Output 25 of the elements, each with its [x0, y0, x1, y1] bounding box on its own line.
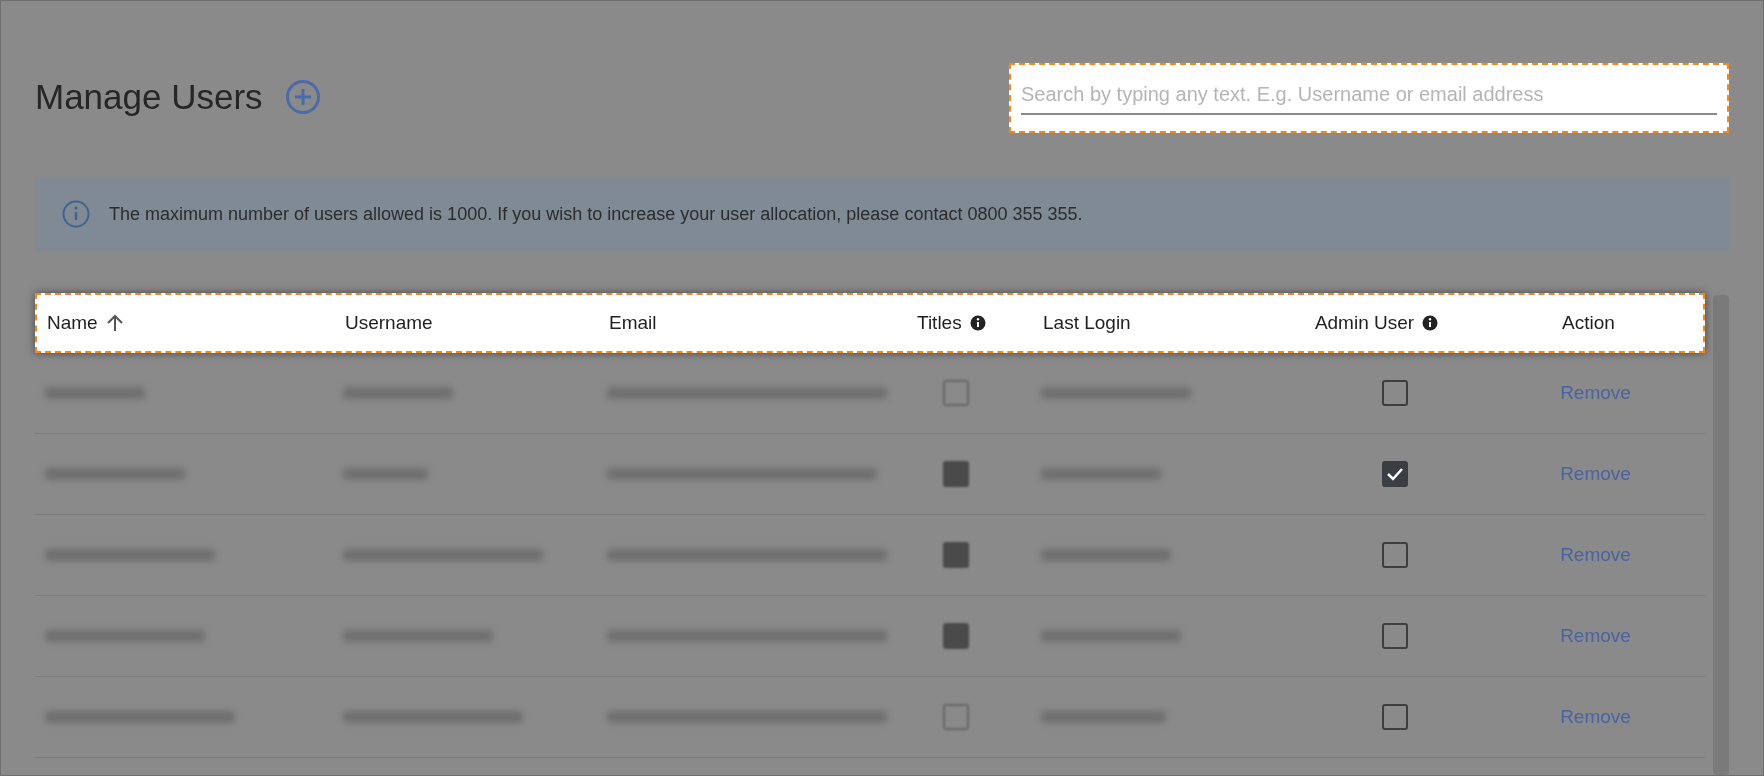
- info-icon[interactable]: [1422, 315, 1439, 331]
- column-header[interactable]: Titles: [907, 308, 1033, 338]
- scrollbar[interactable]: [1713, 295, 1729, 775]
- page-title: Manage Users: [35, 76, 263, 118]
- sort-arrow-icon[interactable]: [105, 313, 124, 333]
- checkbox[interactable]: [943, 623, 969, 649]
- checkbox[interactable]: [1381, 542, 1408, 568]
- notice-text: The maximum number of users allowed is 1000. If you wish to increase your user allocation, please contact 0800 355 355.: [109, 202, 1083, 226]
- info-icon[interactable]: [969, 315, 986, 331]
- info-icon: [61, 199, 91, 229]
- column-header[interactable]: Last Login: [1033, 308, 1269, 338]
- checkbox[interactable]: [943, 380, 969, 406]
- search-field[interactable]: Search by typing any text. E.g. Username or email address: [1009, 63, 1729, 133]
- checkbox[interactable]: [943, 461, 969, 487]
- checkbox[interactable]: [1381, 380, 1408, 406]
- column-header[interactable]: Email: [599, 308, 907, 338]
- checkbox[interactable]: [1381, 704, 1408, 730]
- checkbox[interactable]: [943, 704, 969, 730]
- column-header[interactable]: Username: [335, 308, 599, 338]
- checkbox[interactable]: [1381, 623, 1408, 649]
- column-header[interactable]: Name: [37, 308, 335, 338]
- checkbox[interactable]: [943, 542, 969, 568]
- checkbox[interactable]: [1381, 461, 1408, 487]
- column-header[interactable]: Admin User: [1269, 308, 1484, 338]
- column-header[interactable]: Action: [1484, 308, 1693, 338]
